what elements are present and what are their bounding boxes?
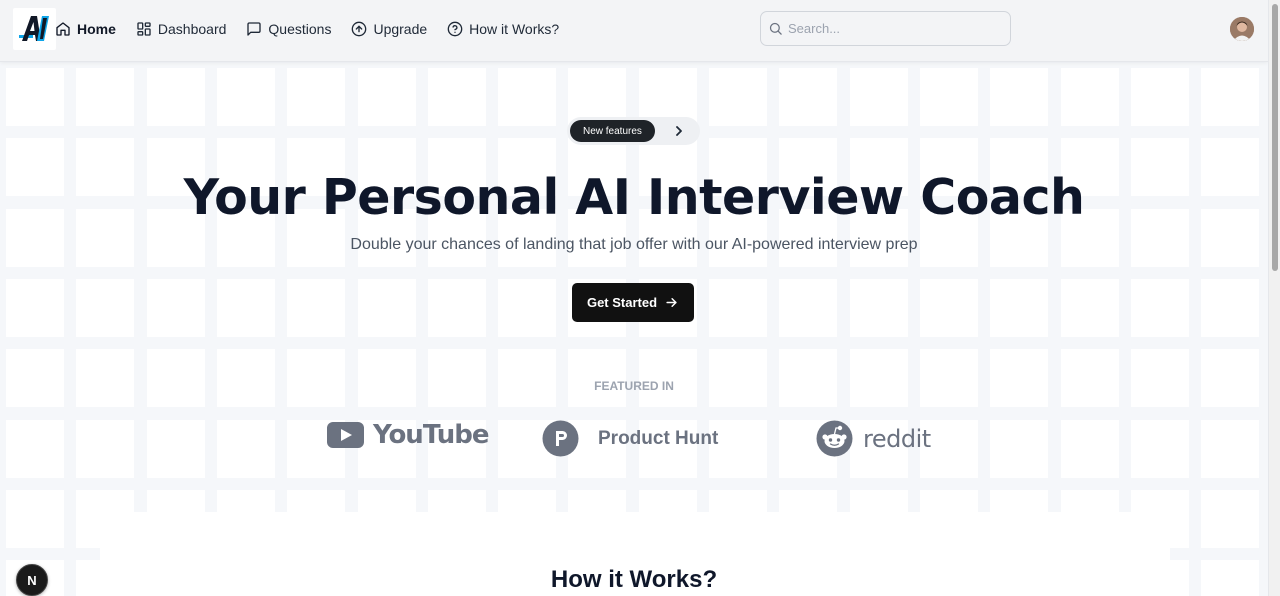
user-avatar[interactable] <box>1230 17 1254 41</box>
user-avatar-icon <box>1230 17 1254 41</box>
product-hunt-logo <box>542 420 579 457</box>
nav-upgrade-label: Upgrade <box>373 21 428 37</box>
reddit-logo <box>816 420 853 457</box>
home-icon <box>56 22 70 36</box>
new-features-pill[interactable]: New features <box>567 117 700 145</box>
search-box[interactable] <box>760 11 1011 46</box>
nav-dashboard[interactable]: Dashboard <box>136 21 227 37</box>
nav-how-it-works-label: How it Works? <box>469 21 560 37</box>
nav-how-it-works[interactable]: How it Works? <box>447 21 559 37</box>
nav-questions-label: Questions <box>268 21 332 37</box>
message-square-icon <box>247 22 262 36</box>
page-scrollbar[interactable] <box>1268 0 1280 596</box>
arrow-right-icon <box>666 298 677 307</box>
nav-home-label: Home <box>77 21 116 37</box>
search-input[interactable] <box>788 21 988 36</box>
help-circle-icon <box>447 21 463 37</box>
get-started-label: Get Started <box>586 295 658 310</box>
arrow-up-circle-icon <box>352 21 367 37</box>
app-logo[interactable] <box>13 8 56 50</box>
main-nav: Home Dashboard Questions Upgrade How it … <box>55 0 579 58</box>
product-hunt-name: Product Hunt <box>598 427 719 449</box>
chevron-right-icon <box>676 126 682 136</box>
featured-in-label: FEATURED IN <box>594 379 674 393</box>
hero-title: Your Personal AI Interview Coach <box>183 169 1085 226</box>
youtube-name: YouTube <box>373 420 489 450</box>
nextjs-dev-badge[interactable]: N <box>16 564 48 596</box>
youtube-logo <box>327 422 364 448</box>
nav-questions[interactable]: Questions <box>246 21 331 37</box>
nav-upgrade[interactable]: Upgrade <box>351 21 427 37</box>
dashboard-icon <box>137 22 151 36</box>
nav-home[interactable]: Home <box>55 21 116 37</box>
hero-subtitle: Double your chances of landing that job … <box>350 236 918 253</box>
featured-youtube[interactable]: YouTube <box>327 420 489 450</box>
logo-icon <box>18 16 49 41</box>
featured-reddit[interactable]: reddit <box>816 420 931 457</box>
reddit-name: reddit <box>863 424 931 453</box>
scrollbar-thumb[interactable] <box>1272 4 1278 271</box>
search-icon <box>769 22 782 35</box>
hero-section: New features Your Personal AI Interview … <box>0 62 1268 596</box>
nav-dashboard-label: Dashboard <box>157 21 227 37</box>
get-started-button[interactable]: Get Started <box>572 283 694 322</box>
how-it-works-heading: How it Works? <box>550 566 718 593</box>
featured-product-hunt[interactable]: Product Hunt <box>542 420 718 457</box>
top-navbar: Home Dashboard Questions Upgrade How it … <box>0 0 1268 62</box>
